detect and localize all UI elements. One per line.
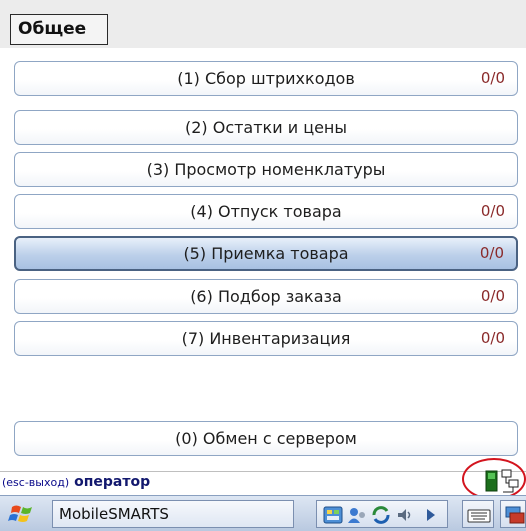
server-exchange-button[interactable]: (0) Обмен с сервером	[14, 421, 518, 456]
system-tray	[316, 500, 448, 528]
menu-item-counter: 0/0	[479, 244, 504, 262]
taskbar-app-mobilesmarts[interactable]: MobileSMARTS	[52, 500, 294, 528]
menu-item-label: (5) Приемка товара	[183, 244, 349, 263]
menu-item-label: (4) Отпуск товара	[190, 202, 342, 221]
status-bar: (esc-выход) оператор	[0, 471, 526, 493]
menu-item-counter: 0/0	[480, 329, 505, 347]
operator-name: оператор	[74, 474, 151, 490]
header-strip: Общее	[0, 0, 526, 48]
windows-flag-icon[interactable]	[6, 501, 40, 527]
menu-item-label: (6) Подбор заказа	[190, 287, 342, 306]
program-icon[interactable]	[323, 506, 343, 524]
menu-item-counter: 0/0	[480, 202, 505, 220]
menu-item-goods-dispatch[interactable]: (4) Отпуск товара 0/0	[14, 194, 518, 229]
menu-item-counter: 0/0	[480, 287, 505, 305]
menu-item-inventory[interactable]: (7) Инвентаризация 0/0	[14, 321, 518, 356]
volume-icon[interactable]	[395, 506, 415, 524]
user-icon[interactable]	[347, 506, 367, 524]
esc-exit-hint: (esc-выход)	[2, 476, 70, 489]
menu-item-goods-receipt[interactable]: (5) Приемка товара 0/0	[14, 236, 518, 271]
keyboard-icon[interactable]	[462, 500, 494, 528]
menu-item-catalog-view[interactable]: (3) Просмотр номенклатуры	[14, 152, 518, 187]
menu-item-label: (2) Остатки и цены	[184, 118, 348, 137]
arrow-right-icon[interactable]	[421, 506, 441, 524]
tab-general[interactable]: Общее	[10, 14, 108, 45]
menu-item-order-picking[interactable]: (6) Подбор заказа 0/0	[14, 279, 518, 314]
menu-item-label: (3) Просмотр номенклатуры	[146, 160, 386, 179]
annotation-circle	[462, 458, 526, 500]
menu-item-label: (7) Инвентаризация	[181, 329, 351, 348]
server-exchange-label: (0) Обмен с сервером	[175, 429, 357, 448]
menu-item-counter: 0/0	[480, 69, 505, 87]
menu-item-barcode-collection[interactable]: (1) Сбор штрихкодов 0/0	[14, 61, 518, 96]
window-switch-icon[interactable]	[500, 500, 526, 528]
menu-item-label: (1) Сбор штрихкодов	[177, 69, 355, 88]
sync-icon[interactable]	[371, 506, 391, 524]
taskbar: MobileSMARTS	[0, 495, 526, 531]
menu-item-stock-and-prices[interactable]: (2) Остатки и цены	[14, 110, 518, 145]
